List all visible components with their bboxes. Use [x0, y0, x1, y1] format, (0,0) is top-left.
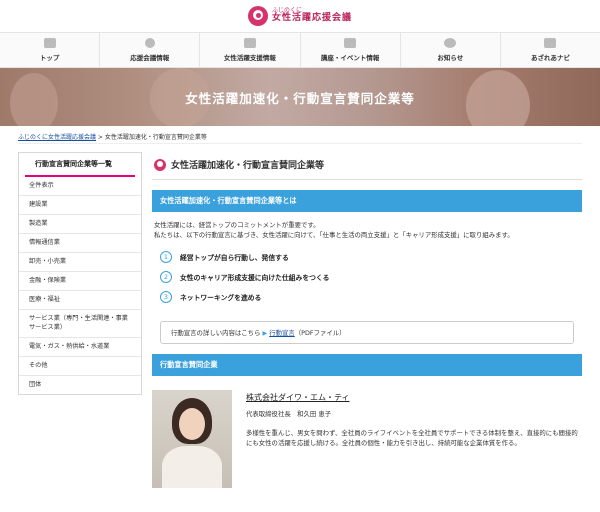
nav-item-top[interactable]: トップ: [0, 33, 101, 67]
section-heading-companies: 行動宣言賛同企業: [152, 353, 582, 376]
site-header: ふじのくに 女性活躍応援会議: [0, 0, 600, 32]
nav-label: あざれあナビ: [530, 54, 570, 62]
info-suffix: （PDFファイル）: [294, 328, 346, 337]
page-title: 女性活躍加速化・行動宣言賛同企業等: [171, 161, 325, 171]
nav-label: 女性活躍支援情報: [223, 54, 276, 62]
handshake-icon: [243, 38, 256, 48]
sidebar-item-utilities[interactable]: 電気・ガス・熱供給・水道業: [19, 338, 141, 357]
number-badge: 1: [160, 250, 172, 263]
company-entry: 株式会社ダイワ・エム・ティ 代表取締役社長 和久田 恵子 多様性を重んじ、男女を…: [152, 389, 582, 488]
main-content: 女性活躍加速化・行動宣言賛同企業等 女性活躍加速化・行動宣言賛同企業等とは 女性…: [152, 152, 582, 488]
pencil-icon: [344, 38, 357, 48]
nav-item-support[interactable]: 女性活躍支援情報: [200, 33, 301, 67]
nav-label: 講座・イベント情報: [320, 54, 380, 62]
sidebar-item-construction[interactable]: 建設業: [19, 196, 141, 216]
content-area: 行動宣言賛同企業等一覧 全件表示 建設業 製造業 情報通信業 卸売・小売業 金融…: [0, 144, 600, 488]
company-info: 株式会社ダイワ・エム・ティ 代表取締役社長 和久田 恵子 多様性を重んじ、男女を…: [246, 390, 582, 488]
sidebar-item-manufacturing[interactable]: 製造業: [19, 215, 141, 235]
logo-icon: [247, 6, 268, 26]
sidebar: 行動宣言賛同企業等一覧 全件表示 建設業 製造業 情報通信業 卸売・小売業 金融…: [18, 152, 142, 395]
breadcrumb-separator: >: [96, 134, 105, 141]
chat-icon: [444, 38, 457, 48]
breadcrumb-current: 女性活躍加速化・行動宣言賛同企業等: [104, 134, 207, 141]
sidebar-item-medical[interactable]: 医療・福祉: [19, 291, 141, 311]
list-item: 1 経営トップが自ら行動し、発信する: [160, 247, 574, 267]
nav-label: 応援会議情報: [130, 54, 170, 62]
nav-label: トップ: [39, 54, 60, 62]
list-item: 2 女性のキャリア形成支援に向けた仕組みをつくる: [160, 267, 574, 287]
page-banner: 女性活躍加速化・行動宣言賛同企業等: [0, 68, 600, 126]
breadcrumb-home-link[interactable]: ふじのくに女性活躍応援会議: [18, 134, 96, 141]
company-representative: 代表取締役社長 和久田 恵子: [246, 409, 332, 418]
breadcrumb: ふじのくに女性活躍応援会議 > 女性活躍加速化・行動宣言賛同企業等: [18, 126, 582, 144]
nav-item-news[interactable]: お知らせ: [401, 33, 501, 67]
list-item: 3 ネットワーキングを進める: [160, 287, 574, 307]
sidebar-item-services[interactable]: サービス業（専門・生活関連・事業サービス業）: [19, 310, 141, 338]
nav-item-azarea[interactable]: あざれあナビ: [501, 33, 600, 67]
arrow-right-icon: ▶: [262, 329, 268, 337]
logo-big-text: 女性活躍応援会議: [271, 13, 352, 24]
intro-line: 私たちは、以下の行動宣言に基づき、女性活躍に向けて、「仕事と生活の両立支援」と「…: [154, 231, 514, 240]
logo-icon: [144, 38, 155, 48]
nav-label: お知らせ: [437, 54, 464, 62]
sidebar-item-it[interactable]: 情報通信業: [19, 234, 141, 254]
logo-icon: [154, 158, 166, 171]
sidebar-item-retail[interactable]: 卸売・小売業: [19, 253, 141, 273]
company-name-link[interactable]: 株式会社ダイワ・エム・ティ: [246, 390, 582, 403]
main-nav: トップ 応援会議情報 女性活躍支援情報 講座・イベント情報 お知らせ あざれあナ…: [0, 32, 600, 68]
banner-title: 女性活躍加速化・行動宣言賛同企業等: [185, 90, 415, 106]
page-title-row: 女性活躍加速化・行動宣言賛同企業等: [152, 152, 582, 180]
intro-text: 女性活躍には、経営トップのコミットメントが重要です。 私たちは、以下の行動宣言に…: [152, 212, 582, 245]
intro-line: 女性活躍には、経営トップのコミットメントが重要です。: [154, 221, 320, 229]
company-description: 多様性を重んじ、男女を問わず、全社員のライフイベントを全社員でサポートできる体制…: [246, 428, 578, 448]
point-text: ネットワーキングを進める: [180, 293, 262, 302]
section-heading-about: 女性活躍加速化・行動宣言賛同企業等とは: [152, 190, 582, 212]
sidebar-item-all[interactable]: 全件表示: [19, 177, 141, 197]
photo-face: [179, 407, 205, 440]
point-text: 経営トップが自ら行動し、発信する: [180, 253, 289, 262]
info-prefix: 行動宣言の詳しい内容はこちら: [171, 328, 261, 337]
representative-photo: [152, 389, 232, 488]
declaration-points: 1 経営トップが自ら行動し、発信する 2 女性のキャリア形成支援に向けた仕組みを…: [152, 245, 582, 311]
number-badge: 2: [160, 270, 172, 283]
nav-item-events[interactable]: 講座・イベント情報: [301, 33, 401, 67]
sidebar-heading: 行動宣言賛同企業等一覧: [25, 153, 135, 177]
home-icon: [43, 38, 56, 48]
photo-body: [162, 445, 222, 488]
declaration-pdf-link[interactable]: 行動宣言: [269, 329, 295, 337]
sidebar-item-groups[interactable]: 団体: [19, 376, 141, 394]
logo-text: ふじのくに 女性活躍応援会議: [271, 7, 352, 24]
number-badge: 3: [160, 290, 172, 303]
sidebar-item-other[interactable]: その他: [19, 357, 141, 376]
sidebar-item-finance[interactable]: 金融・保険業: [19, 272, 141, 292]
nav-item-council[interactable]: 応援会議情報: [100, 33, 201, 67]
link-icon: [544, 38, 557, 48]
site-logo[interactable]: ふじのくに 女性活躍応援会議: [247, 6, 352, 26]
point-text: 女性のキャリア形成支援に向けた仕組みをつくる: [180, 273, 330, 282]
declaration-info-box: 行動宣言の詳しい内容はこちら ▶ 行動宣言（PDFファイル）: [160, 320, 574, 344]
